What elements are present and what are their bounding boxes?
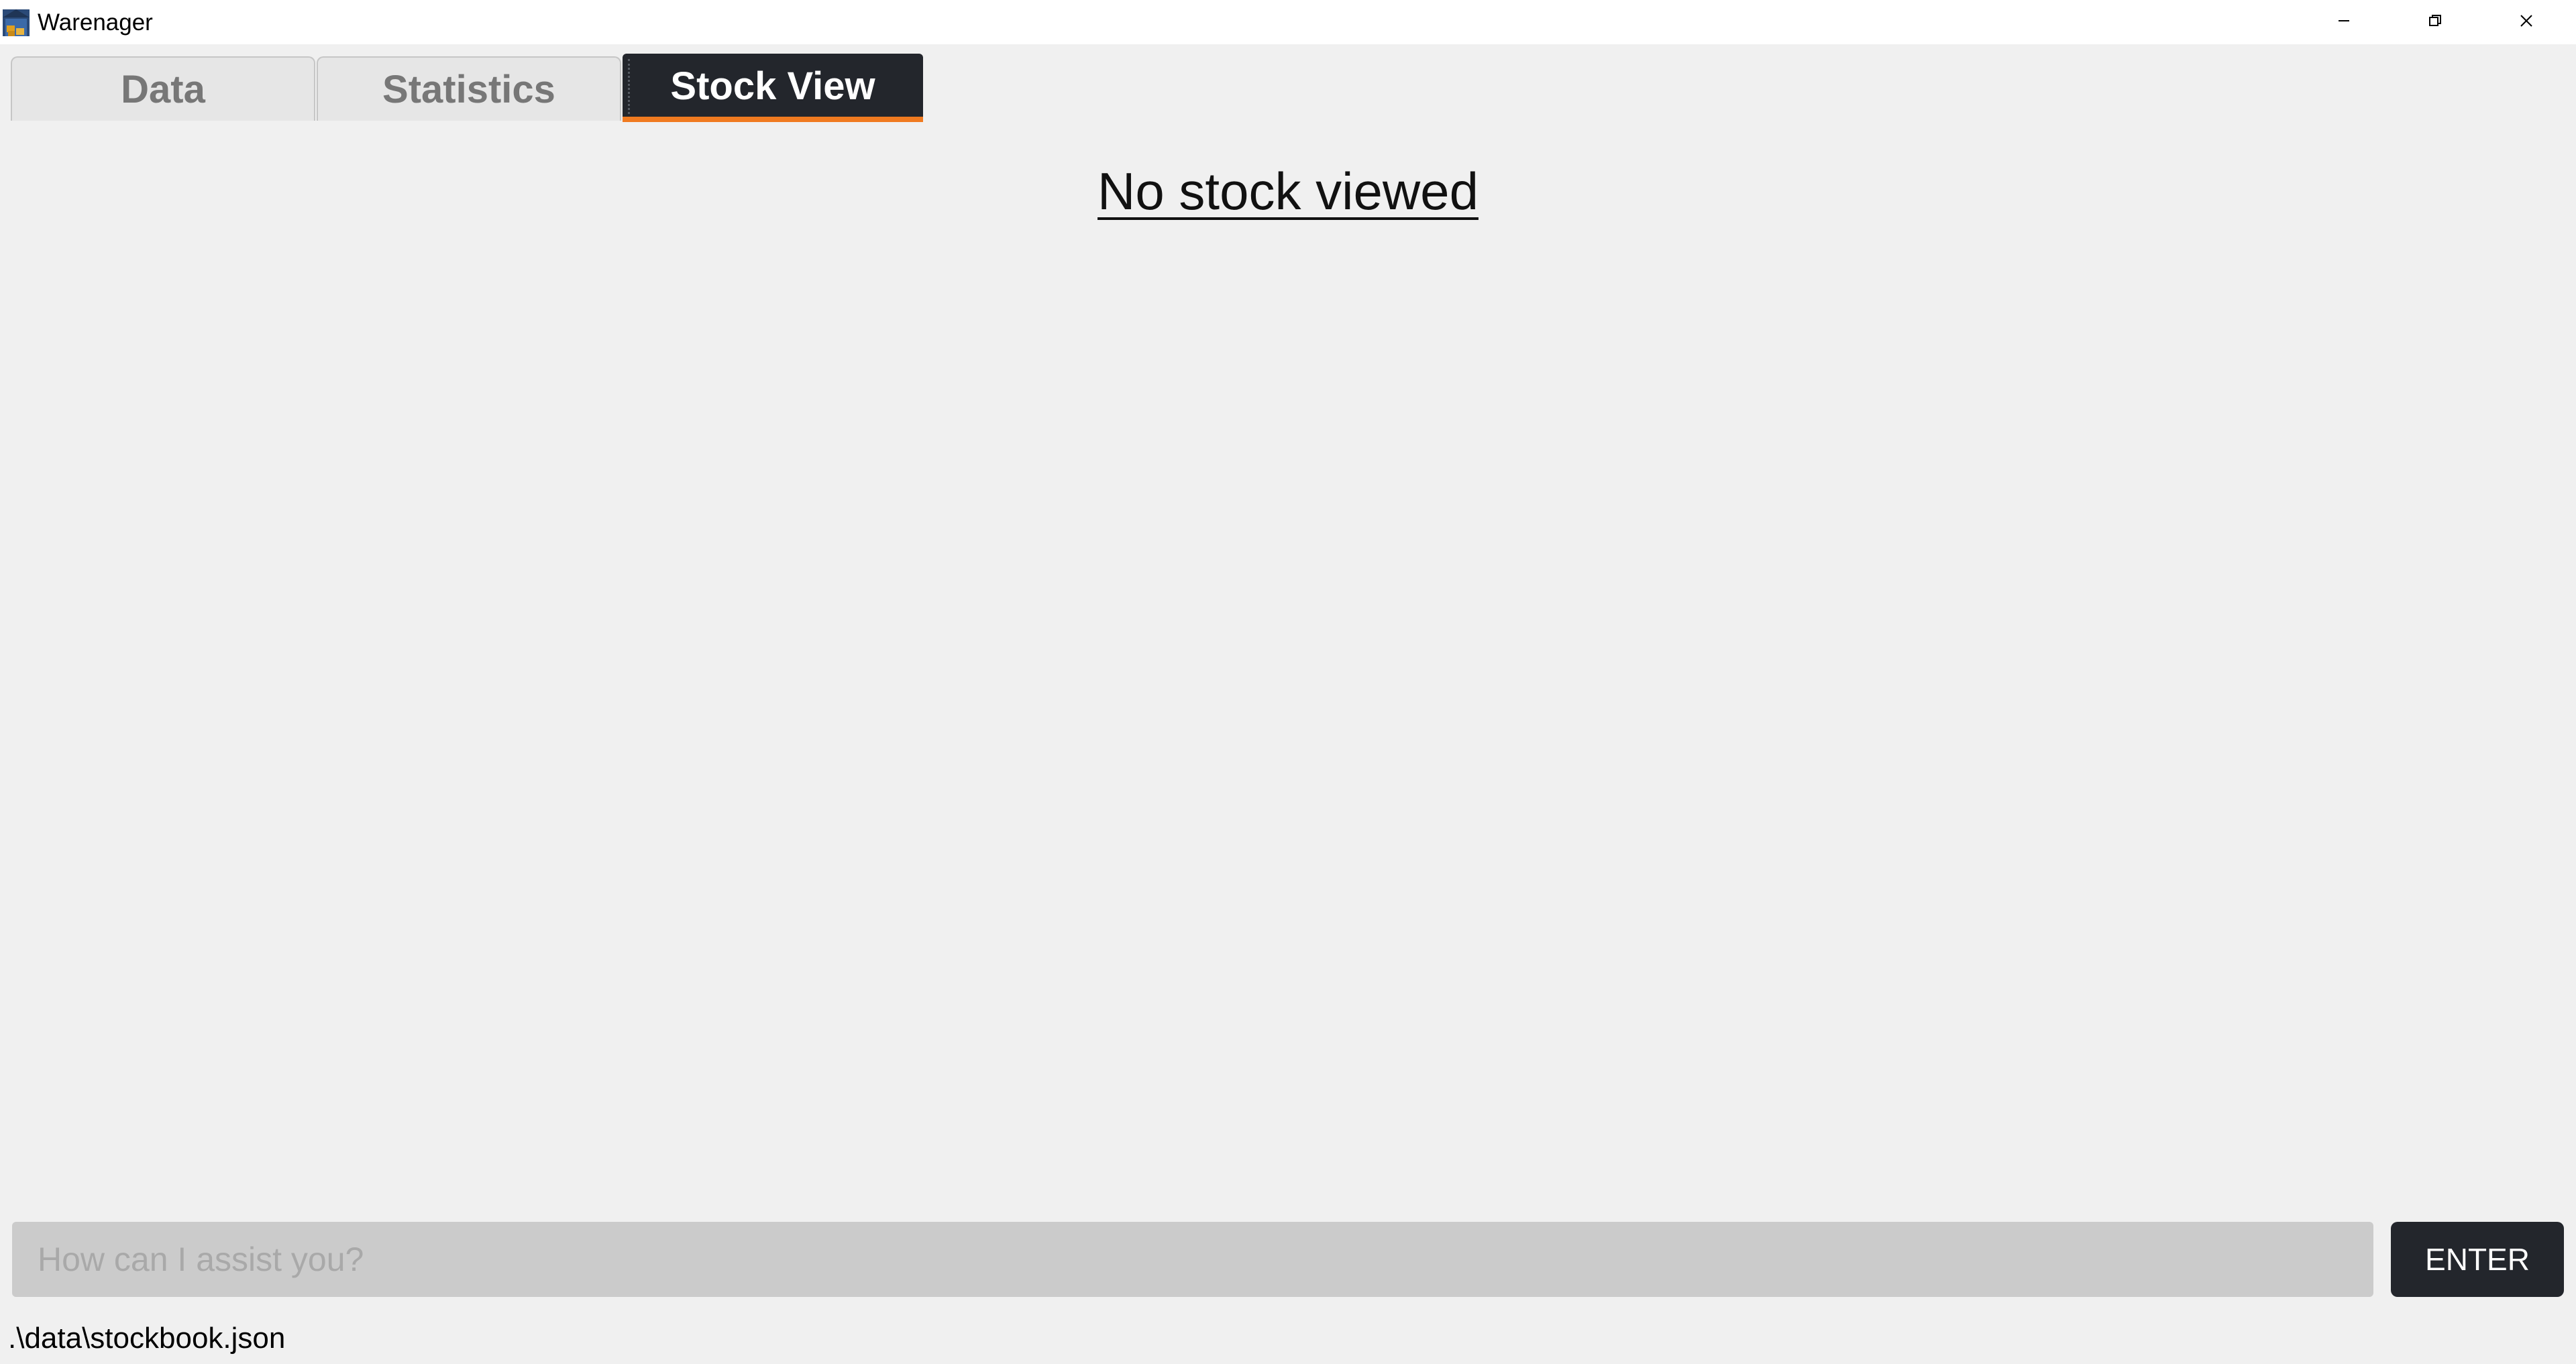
minimize-button[interactable]	[2298, 0, 2390, 44]
tab-data[interactable]: Data	[11, 56, 315, 121]
warehouse-icon	[1, 8, 31, 38]
window-title: Warenager	[38, 9, 153, 36]
restore-button[interactable]	[2390, 0, 2481, 44]
close-icon	[2518, 13, 2534, 32]
tab-statistics[interactable]: Statistics	[317, 56, 621, 121]
stock-view-panel: No stock viewed	[0, 123, 2576, 1211]
title-bar: Warenager	[0, 0, 2576, 44]
close-button[interactable]	[2481, 0, 2572, 44]
enter-button[interactable]: ENTER	[2391, 1222, 2564, 1297]
minimize-icon	[2336, 13, 2352, 32]
tab-grip	[628, 59, 634, 114]
restore-icon	[2427, 13, 2443, 32]
empty-state-message: No stock viewed	[1097, 162, 1479, 221]
file-path-status: .\data\stockbook.json	[8, 1322, 286, 1355]
tab-bar: Data Statistics Stock View	[0, 44, 2576, 123]
tab-stock-view[interactable]: Stock View	[623, 54, 923, 118]
app-window: Warenager Data Statistics Stock View No …	[0, 0, 2576, 1364]
command-input[interactable]	[12, 1222, 2373, 1297]
active-tab-indicator	[623, 117, 923, 122]
